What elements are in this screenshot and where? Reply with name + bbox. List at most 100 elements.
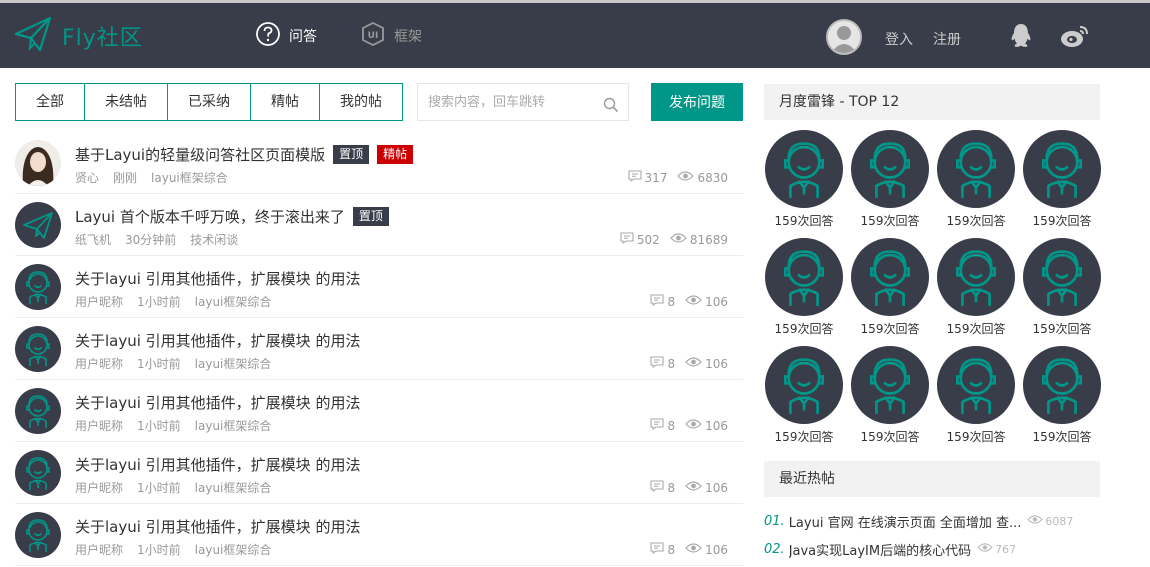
top-user[interactable]: 159次回答 — [1022, 346, 1102, 445]
top-user-avatar[interactable] — [851, 130, 929, 208]
post-time: 1小时前 — [137, 295, 181, 309]
author-avatar[interactable] — [15, 202, 61, 248]
post-stats: 8 106 — [640, 480, 728, 495]
register-link[interactable]: 注册 — [933, 29, 961, 49]
top-user[interactable]: 159次回答 — [850, 238, 930, 337]
post-time: 1小时前 — [137, 357, 181, 371]
top-user-avatar[interactable] — [851, 238, 929, 316]
post-category[interactable]: layui框架综合 — [195, 419, 272, 433]
post-author[interactable]: 贤心 — [75, 171, 99, 185]
post-author[interactable]: 纸飞机 — [75, 233, 111, 247]
post-title-text[interactable]: Layui 首个版本千呼万唤，终于滚出来了 — [75, 206, 345, 227]
post-item[interactable]: Layui 首个版本千呼万唤，终于滚出来了 置顶 纸飞机 30分钟前 技术闲谈 502 81… — [15, 194, 743, 256]
author-avatar[interactable] — [15, 450, 61, 496]
tab-mine[interactable]: 我的帖 — [320, 84, 402, 120]
post-category[interactable]: layui框架综合 — [195, 295, 272, 309]
post-title-text[interactable]: 关于layui 引用其他插件，扩展模块 的用法 — [75, 454, 360, 475]
nav-framework-label: 框架 — [394, 28, 422, 45]
logo[interactable]: Fly社区 — [14, 16, 154, 56]
eye-icon — [685, 418, 702, 433]
tab-all[interactable]: 全部 — [16, 84, 85, 120]
hot-post-title[interactable]: Layui 官网 在线演示页面 全面增加 查... — [789, 512, 1022, 531]
post-category[interactable]: layui框架综合 — [195, 543, 272, 557]
top-user-avatar[interactable] — [1023, 130, 1101, 208]
top-user[interactable]: 159次回答 — [1022, 238, 1102, 337]
author-avatar[interactable] — [15, 388, 61, 434]
author-avatar[interactable] — [15, 264, 61, 310]
post-title[interactable]: 关于layui 引用其他插件，扩展模块 的用法 — [75, 268, 360, 289]
post-category[interactable]: 技术闲谈 — [190, 233, 238, 247]
pinned-badge: 置顶 — [333, 145, 370, 164]
tab-accepted[interactable]: 已采纳 — [168, 84, 251, 120]
comment-icon — [650, 294, 665, 309]
top-user-avatar[interactable] — [937, 130, 1015, 208]
post-category[interactable]: layui框架综合 — [195, 357, 272, 371]
post-author[interactable]: 用户昵称 — [75, 419, 123, 433]
top-user[interactable]: 159次回答 — [936, 130, 1016, 229]
hot-post-item[interactable]: 01. Layui 官网 在线演示页面 全面增加 查... 6087 — [764, 511, 1104, 531]
top-user[interactable]: 159次回答 — [936, 346, 1016, 445]
post-title-text[interactable]: 关于layui 引用其他插件，扩展模块 的用法 — [75, 392, 360, 413]
tab-featured[interactable]: 精帖 — [251, 84, 320, 120]
pinned-badge: 置顶 — [352, 207, 389, 226]
post-item[interactable]: 关于layui 引用其他插件，扩展模块 的用法 用户昵称 1小时前 layui框架综合… — [15, 442, 743, 504]
post-category[interactable]: layui框架综合 — [151, 171, 228, 185]
post-stats: 502 81689 — [610, 232, 728, 247]
post-item[interactable]: 关于layui 引用其他插件，扩展模块 的用法 用户昵称 1小时前 layui框架综合… — [15, 504, 743, 566]
post-title[interactable]: 关于layui 引用其他插件，扩展模块 的用法 — [75, 330, 360, 351]
reply-count: 8 — [667, 418, 676, 433]
post-title[interactable]: 关于layui 引用其他插件，扩展模块 的用法 — [75, 454, 360, 475]
post-author[interactable]: 用户昵称 — [75, 543, 123, 557]
tab-unsolved[interactable]: 未结帖 — [85, 84, 168, 120]
top-user[interactable]: 159次回答 — [936, 238, 1016, 337]
post-title-text[interactable]: 基于Layui的轻量级问答社区页面模版 — [75, 144, 325, 165]
search-icon[interactable] — [603, 97, 619, 117]
login-link[interactable]: 登入 — [885, 29, 913, 49]
author-avatar[interactable] — [15, 326, 61, 372]
top-user-avatar[interactable] — [937, 346, 1015, 424]
post-author[interactable]: 用户昵称 — [75, 481, 123, 495]
top-user-avatar[interactable] — [765, 346, 843, 424]
comment-icon — [650, 418, 665, 433]
top-user-avatar[interactable] — [765, 130, 843, 208]
post-item[interactable]: 基于Layui的轻量级问答社区页面模版 置顶 精帖 贤心 刚刚 layui框架综合 317 6… — [15, 132, 743, 194]
top-user-avatar[interactable] — [937, 238, 1015, 316]
top-user[interactable]: 159次回答 — [764, 130, 844, 229]
post-title-text[interactable]: 关于layui 引用其他插件，扩展模块 的用法 — [75, 330, 360, 351]
post-title[interactable]: 关于layui 引用其他插件，扩展模块 的用法 — [75, 516, 360, 537]
comment-icon — [650, 542, 665, 557]
top-user[interactable]: 159次回答 — [850, 346, 930, 445]
top-user[interactable]: 159次回答 — [850, 130, 930, 229]
search-input[interactable] — [418, 84, 598, 120]
publish-question-button[interactable]: 发布问题 — [651, 83, 743, 121]
nav-framework[interactable]: UI 框架 — [360, 3, 422, 68]
top-user-avatar[interactable] — [1023, 346, 1101, 424]
qq-icon[interactable] — [1010, 23, 1032, 53]
user-avatar-icon[interactable] — [826, 19, 862, 55]
top-user-avatar[interactable] — [1023, 238, 1101, 316]
post-author[interactable]: 用户昵称 — [75, 295, 123, 309]
top-user-avatar[interactable] — [851, 346, 929, 424]
post-title-text[interactable]: 关于layui 引用其他插件，扩展模块 的用法 — [75, 516, 360, 537]
hot-post-item[interactable]: 02. Java实现LayIM后端的核心代码 767 — [764, 539, 1104, 559]
post-item[interactable]: 关于layui 引用其他插件，扩展模块 的用法用户昵称 1小时前 layui框架综合… — [15, 256, 743, 318]
top-user[interactable]: 159次回答 — [764, 346, 844, 445]
eye-icon — [685, 480, 702, 495]
top-user[interactable]: 159次回答 — [1022, 130, 1102, 229]
author-avatar[interactable] — [15, 140, 61, 186]
author-avatar[interactable] — [15, 512, 61, 558]
top-user-avatar[interactable] — [765, 238, 843, 316]
weibo-icon[interactable] — [1060, 23, 1090, 53]
post-title[interactable]: 基于Layui的轻量级问答社区页面模版 置顶 精帖 — [75, 144, 414, 165]
hot-post-title[interactable]: Java实现LayIM后端的核心代码 — [789, 540, 971, 559]
post-title[interactable]: Layui 首个版本千呼万唤，终于滚出来了 置顶 — [75, 206, 389, 227]
post-category[interactable]: layui框架综合 — [195, 481, 272, 495]
post-author[interactable]: 用户昵称 — [75, 357, 123, 371]
featured-badge: 精帖 — [377, 145, 414, 164]
nav-qa[interactable]: 问答 — [255, 3, 317, 68]
post-item[interactable]: 关于layui 引用其他插件，扩展模块 的用法 用户昵称 1小时前 layui框架综合… — [15, 380, 743, 442]
post-item[interactable]: 关于layui 引用其他插件，扩展模块 的用法用户昵称 1小时前 layui框架综合… — [15, 318, 743, 380]
post-title-text[interactable]: 关于layui 引用其他插件，扩展模块 的用法 — [75, 268, 360, 289]
top-user[interactable]: 159次回答 — [764, 238, 844, 337]
post-title[interactable]: 关于layui 引用其他插件，扩展模块 的用法 — [75, 392, 360, 413]
